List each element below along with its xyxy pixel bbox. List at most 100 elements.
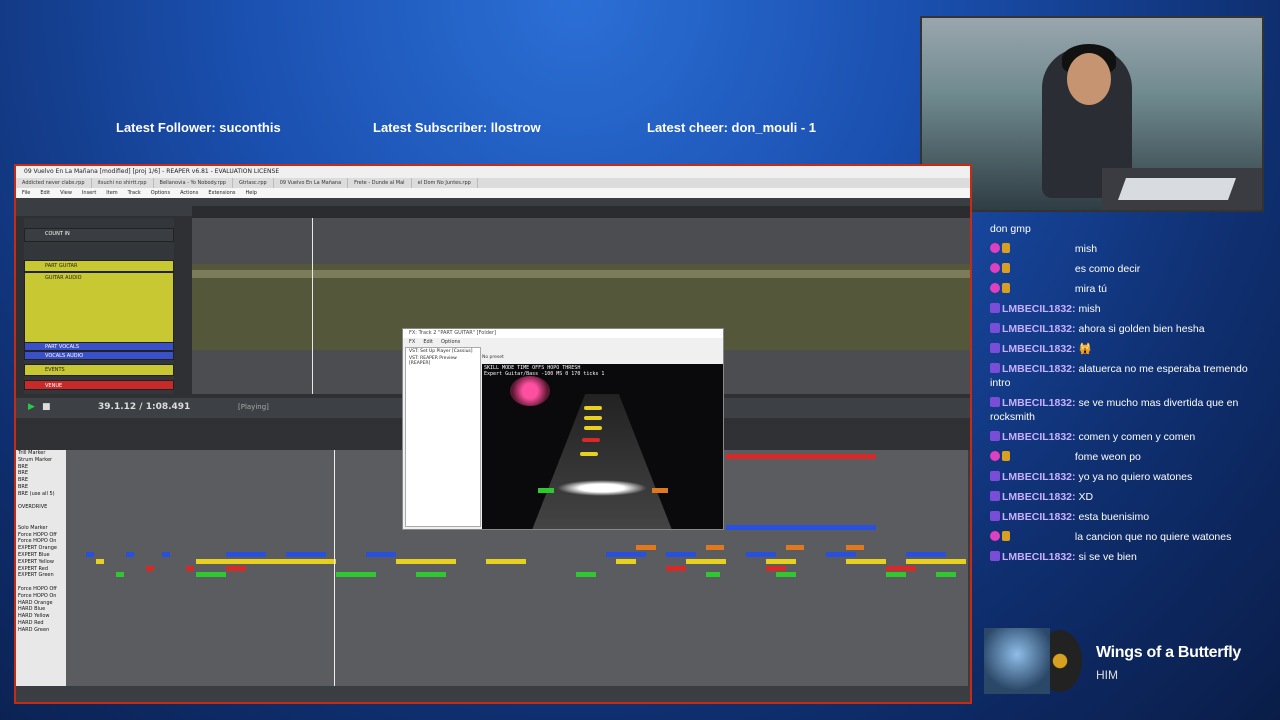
midi-note[interactable]: [336, 572, 376, 578]
project-tab[interactable]: Frete - Dunde al Mal: [348, 178, 412, 188]
track-header[interactable]: VENUE: [24, 380, 174, 390]
midi-note[interactable]: [666, 552, 696, 557]
midi-note[interactable]: [936, 572, 956, 578]
note-row-label: BRE (use all 5): [18, 490, 55, 497]
project-tab[interactable]: 09 Vuelvo En La Mañana: [274, 178, 349, 188]
midi-note[interactable]: [766, 565, 786, 571]
track-header[interactable]: VOCALS AUDIO: [24, 351, 174, 360]
track-header[interactable]: EVENTS: [24, 364, 174, 376]
menu-item[interactable]: Track: [128, 190, 141, 196]
timeline-ruler[interactable]: [192, 206, 970, 218]
menu-item[interactable]: Actions: [180, 190, 198, 196]
note-row-label: OVERDRIVE: [18, 504, 48, 511]
midi-note[interactable]: [116, 572, 124, 578]
chat-message: LMBECIL1832: mish: [990, 302, 1270, 316]
note-gem: [584, 416, 602, 420]
menu-item[interactable]: Options: [151, 190, 170, 196]
menu-item[interactable]: View: [60, 190, 72, 196]
play-icon[interactable]: ▶: [28, 402, 35, 412]
midi-note[interactable]: [826, 552, 856, 557]
midi-statusbar[interactable]: [16, 686, 970, 702]
midi-note[interactable]: [186, 565, 194, 571]
note-row-label: HARD Green: [18, 626, 50, 633]
menu-item[interactable]: Help: [245, 190, 256, 196]
note-names-panel[interactable]: Trill Marker Strum Marker BRE BRE BRE BRE BRE …: [16, 450, 66, 686]
stop-icon[interactable]: ■: [42, 402, 51, 412]
midi-note[interactable]: [146, 565, 154, 571]
menu-item[interactable]: Insert: [82, 190, 96, 196]
fx-chain-item[interactable]: VST: Set Up Player [Cassius]: [406, 348, 480, 355]
midi-note[interactable]: [196, 572, 226, 578]
fx-window-title[interactable]: FX: Track 2 "PART GUITAR" [Folder]: [403, 329, 723, 338]
midi-note[interactable]: [226, 552, 266, 557]
menu-item[interactable]: File: [22, 190, 30, 196]
midi-note[interactable]: [706, 545, 724, 551]
daw-menubar[interactable]: File Edit View Insert Item Track Options Action…: [16, 188, 970, 198]
track-control-panel[interactable]: COUNT IN PART GUITAR GUITAR AUDIO PART VOCA…: [24, 218, 174, 394]
midi-note[interactable]: [576, 572, 596, 578]
solo-marker-phrase[interactable]: [726, 525, 876, 530]
fx-menu-item[interactable]: FX: [409, 339, 415, 345]
menu-item[interactable]: Edit: [40, 190, 50, 196]
midi-note[interactable]: [906, 558, 966, 564]
fx-chain-item[interactable]: VST: REAPER Preview [REAPER]: [406, 355, 480, 367]
midi-note[interactable]: [686, 558, 726, 564]
midi-note[interactable]: [846, 558, 886, 564]
fx-menubar[interactable]: FX Edit Options: [403, 338, 723, 346]
track-header[interactable]: COUNT IN: [24, 228, 174, 242]
midi-note[interactable]: [396, 558, 456, 564]
midi-note[interactable]: [766, 558, 796, 564]
heart-badge-icon: [990, 263, 1000, 273]
fx-menu-item[interactable]: Edit: [423, 339, 433, 345]
project-tabs[interactable]: Addicted never clabs.rpp itsuchi no shirt…: [16, 178, 970, 188]
midi-note[interactable]: [706, 572, 720, 578]
overdrive-phrase[interactable]: [726, 454, 876, 459]
subscriber-badge-icon: [990, 397, 1000, 407]
fx-menu-item[interactable]: Options: [441, 339, 460, 345]
project-tab[interactable]: Bellanovia - Yo Nobody.rpp: [154, 178, 233, 188]
midi-note[interactable]: [746, 552, 776, 557]
track-header[interactable]: PART GUITAR: [24, 260, 174, 272]
midi-note[interactable]: [162, 552, 170, 557]
midi-note[interactable]: [846, 545, 864, 551]
chat-message: LMBECIL1832: ahora si golden bien hesha: [990, 322, 1270, 336]
midi-note[interactable]: [606, 552, 646, 557]
midi-note[interactable]: [96, 558, 104, 564]
note-row-label: HARD Blue: [18, 606, 46, 613]
midi-note[interactable]: [616, 558, 636, 564]
midi-note[interactable]: [786, 545, 804, 551]
track-header[interactable]: GUITAR AUDIO: [24, 272, 174, 344]
midi-note[interactable]: [636, 545, 656, 551]
midi-note[interactable]: [196, 558, 336, 564]
project-tab[interactable]: Addicted never clabs.rpp: [16, 178, 92, 188]
note-row-label: HARD Orange: [18, 599, 53, 606]
midi-note[interactable]: [486, 558, 526, 564]
midi-note[interactable]: [666, 565, 686, 571]
midi-note[interactable]: [886, 565, 916, 571]
project-tab[interactable]: itsuchi no shirtt.rpp: [92, 178, 154, 188]
note-gem: [584, 406, 602, 410]
guitar-item[interactable]: [192, 270, 970, 278]
hit-flash: [557, 480, 647, 496]
midi-note[interactable]: [126, 552, 134, 557]
project-tab[interactable]: el Dom No Juntes.rpp: [412, 178, 478, 188]
midi-note[interactable]: [416, 572, 446, 578]
midi-note[interactable]: [286, 552, 326, 557]
fx-window[interactable]: FX: Track 2 "PART GUITAR" [Folder] FX Edi…: [402, 328, 724, 530]
midi-note[interactable]: [366, 552, 396, 557]
track-header[interactable]: PART VOCALS: [24, 342, 174, 351]
menu-item[interactable]: Extensions: [208, 190, 235, 196]
latest-follower: Latest Follower: suconthis: [116, 120, 281, 135]
preset-label[interactable]: No preset: [482, 355, 504, 360]
project-tab[interactable]: Gtrlasc.rpp: [233, 178, 274, 188]
chat-text: XD: [1078, 491, 1094, 503]
fx-chain-list[interactable]: VST: Set Up Player [Cassius] VST: REAPER …: [405, 347, 481, 527]
midi-note[interactable]: [906, 552, 946, 557]
midi-note[interactable]: [226, 565, 246, 571]
midi-note[interactable]: [776, 572, 796, 578]
note-row-label: HARD Red: [18, 619, 44, 626]
midi-note[interactable]: [86, 552, 94, 557]
midi-note[interactable]: [886, 572, 906, 578]
daw-titlebar[interactable]: 09 Vuelvo En La Mañana [modified] [proj …: [16, 166, 970, 178]
menu-item[interactable]: Item: [106, 190, 117, 196]
